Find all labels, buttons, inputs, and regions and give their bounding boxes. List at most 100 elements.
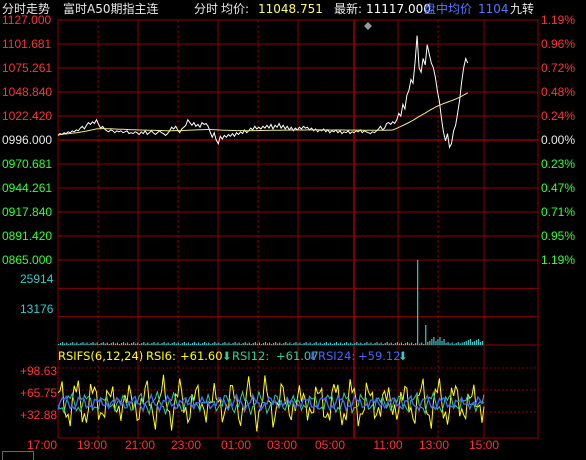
volume-bar [281,344,283,345]
chart-grid [57,19,539,439]
volume-bar [433,337,435,345]
volume-bar [427,342,429,345]
volume-bar [234,342,236,345]
volume-bar [413,344,415,345]
volume-bar [248,342,250,345]
volume-bar [169,344,171,345]
volume-bar [467,340,469,345]
volume-bar [441,341,443,345]
volume-bar [400,342,403,345]
rsi-indicator-name[interactable]: RSIFS(6,12,24) [58,349,143,363]
volume-bar [465,341,467,345]
volume-bar [72,342,74,345]
mode-label[interactable]: 分时走势 [2,1,50,17]
volume-bar [344,343,346,345]
time-tick-label: 01:00 [221,438,251,452]
volume-bar [143,342,145,345]
volume-bar [266,343,269,345]
price-tick-label: 0970.681 [2,157,52,171]
volume-bar [354,343,356,345]
volume-bar [435,341,437,345]
volume-bar [333,343,336,345]
volume-bar [155,343,157,345]
volume-bar [388,343,390,345]
volume-bar [216,343,218,345]
nine-turn-label[interactable]: 九转 [510,1,534,17]
percent-tick-label: 0.95% [541,229,575,243]
volume-bar [193,342,196,345]
volume-bar [70,343,72,345]
volume-bar [76,342,78,345]
volume-bar [457,342,459,345]
volume-bar [232,343,234,345]
volume-bar [348,343,350,345]
price-tick-label: 1022.420 [2,109,52,123]
volume-bar [445,343,447,345]
volume-bar [329,342,332,345]
volume-bar [177,342,179,345]
volume-bar [337,343,340,345]
volume-bar [311,344,313,345]
volume-bar [204,342,206,345]
volume-bar [90,343,92,345]
volume-bar [315,342,317,345]
volume-bar [98,344,100,345]
volume-bar [360,342,362,345]
volume-bar [469,339,471,345]
volume-bar [390,342,392,345]
price-tick-label: 0891.420 [2,229,52,243]
volume-bar [325,342,327,345]
volume-bar [364,343,366,345]
volume-bar [118,344,121,345]
volume-bar [384,343,386,345]
volume-bar [112,342,114,345]
percent-tick-label: 0.71% [541,205,575,219]
volume-bar [58,344,60,345]
last-value: 11117.000 [366,2,431,16]
last-label: 最新: [334,2,363,16]
volume-bar [264,342,267,345]
volume-bar [342,344,344,345]
price-tick-label: 0996.000 [2,133,52,147]
volume-bar [443,339,445,345]
volume-bar [271,344,273,345]
percent-tick-label: 0.00% [541,133,575,147]
volume-bar [181,343,183,345]
volume-bar [191,343,194,345]
volume-bar [135,343,137,345]
volume-bar [335,342,338,345]
percent-tick-label: 1.19% [541,253,575,267]
volume-bar [124,343,127,345]
volume-bar [86,342,88,345]
volume-bar [339,342,342,345]
volume-bar [129,344,131,345]
volume-bar [463,342,465,345]
rsi24-label: RSI24: [318,349,356,363]
volume-bar [275,342,277,345]
time-tick-label: 11:00 [373,438,402,452]
volume-bar [236,343,238,345]
volume-bar [423,344,425,345]
volume-bar [120,343,123,345]
volume-bar [256,343,258,345]
arrow-down-icon: ⬇ [398,349,408,363]
volume-bar [273,343,275,345]
price-tick-label: 1048.840 [2,85,52,99]
chart-header: 分时走势 富时A50期指主连 分时 均价: 11048.751 最新: 1111… [0,1,586,17]
volume-bar [88,344,90,345]
volume-bar [254,342,256,345]
time-tick-label: 15:00 [469,438,499,452]
volume-bar [258,342,261,345]
volume-bar [218,342,220,345]
volume-bar [475,340,478,345]
volume-bar [481,341,484,345]
volume-bar [293,343,295,345]
volume-bar [386,342,388,345]
volume-bar [402,344,405,345]
time-tick-label: 05:00 [315,438,345,452]
volume-bar [62,342,64,345]
volume-bar [439,337,441,345]
volume-bar [471,342,474,345]
volume-bar [382,344,384,345]
volume-bar [309,342,311,345]
